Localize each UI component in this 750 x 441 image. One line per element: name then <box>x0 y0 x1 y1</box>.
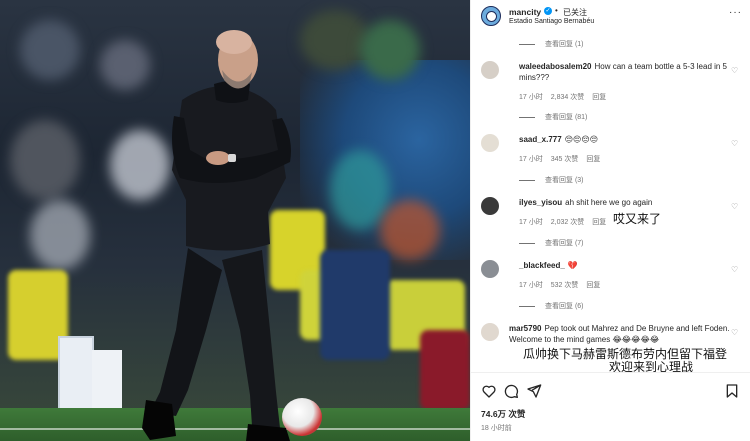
comment-time: 17 小时 <box>519 282 543 289</box>
comment-body: 💔 <box>567 261 578 270</box>
comment-meta: 17 小时 345 次赞 回复 <box>519 154 608 164</box>
more-icon[interactable]: ··· <box>729 7 742 18</box>
comment-time: 17 小时 <box>519 219 543 226</box>
comment-text: waleedabosalem20 How can a team bottle a … <box>519 62 729 83</box>
following-button[interactable]: 已关注 <box>563 7 587 18</box>
avatar[interactable] <box>481 61 499 79</box>
post-header: mancity ✓ • 已关注 Estadio Santiago Bernabé… <box>471 0 750 32</box>
post-location[interactable]: Estadio Santiago Bernabéu <box>509 18 594 25</box>
view-replies-link[interactable]: 查看回复 (1) <box>519 39 584 49</box>
avatar[interactable] <box>481 260 499 278</box>
pep-guardiola-figure <box>142 30 291 441</box>
reply-button[interactable]: 回复 <box>586 282 600 289</box>
comment-body: ah shit here we go again <box>565 198 653 207</box>
share-icon[interactable] <box>526 383 542 399</box>
divider-line <box>519 305 535 307</box>
comment-body: Pep took out Mahrez and De Bruyne and le… <box>509 324 730 344</box>
post-time[interactable]: 18 小时前 <box>481 423 512 433</box>
comment-meta: 17 小时 532 次赞 回复 <box>519 280 608 290</box>
avatar[interactable] <box>481 323 499 341</box>
divider-line <box>519 242 535 244</box>
comments-panel: mancity ✓ • 已关注 Estadio Santiago Bernabé… <box>470 0 750 441</box>
avatar[interactable] <box>481 134 499 152</box>
divider-line <box>519 116 535 118</box>
avatar[interactable] <box>481 197 499 215</box>
divider-line <box>519 43 535 45</box>
comment-text: _blackfeed_ 💔 <box>519 261 729 272</box>
divider-line <box>519 179 535 181</box>
comment-text: ilyes_yisou ah shit here we go again <box>519 198 729 209</box>
reply-button[interactable]: 回复 <box>586 156 600 163</box>
heart-icon[interactable]: ♡ <box>731 202 738 211</box>
comment-meta: 17 小时 2,834 次赞 回复 <box>519 92 614 102</box>
comment-username[interactable]: _blackfeed_ <box>519 261 565 270</box>
comment-icon[interactable] <box>503 383 519 399</box>
verified-badge-icon: ✓ <box>544 7 552 15</box>
comment-text: mar5790 Pep took out Mahrez and De Bruyne… <box>509 324 731 345</box>
reply-button[interactable]: 回复 <box>592 219 606 226</box>
view-replies-link[interactable]: 查看回复 (81) <box>519 112 587 122</box>
heart-icon[interactable]: ♡ <box>731 265 738 274</box>
mancity-avatar[interactable] <box>481 6 501 26</box>
mancity-badge-icon <box>485 10 497 22</box>
view-replies-link[interactable]: 查看回复 (7) <box>519 238 584 248</box>
comment-likes[interactable]: 532 次赞 <box>551 282 579 289</box>
comment-likes[interactable]: 345 次赞 <box>551 156 579 163</box>
comment-text: saad_x.777 😔😔😔😔 <box>519 135 729 146</box>
view-replies-label: 查看回复 (7) <box>545 240 584 247</box>
reply-button[interactable]: 回复 <box>592 94 606 101</box>
view-replies-link[interactable]: 查看回复 (6) <box>519 301 584 311</box>
translation-caption: 哎又来了 <box>613 212 662 226</box>
account-name[interactable]: mancity <box>509 7 541 17</box>
comment-likes[interactable]: 2,834 次赞 <box>551 94 584 101</box>
post-photo[interactable] <box>0 0 470 441</box>
separator-dot: • <box>555 6 558 15</box>
comment-meta: 17 小时 2,032 次赞 回复 <box>519 217 614 227</box>
comment-username[interactable]: mar5790 <box>509 324 541 333</box>
bookmark-icon[interactable] <box>724 383 740 399</box>
likes-count[interactable]: 74.6万 次赞 <box>481 408 525 420</box>
comment-time: 17 小时 <box>519 94 543 101</box>
heart-icon[interactable]: ♡ <box>731 328 738 337</box>
heart-icon[interactable] <box>481 383 497 399</box>
comment-username[interactable]: waleedabosalem20 <box>519 62 591 71</box>
post-actions: 74.6万 次赞 18 小时前 <box>471 372 750 441</box>
view-replies-label: 查看回复 (6) <box>545 303 584 310</box>
heart-icon[interactable]: ♡ <box>731 66 738 75</box>
view-replies-label: 查看回复 (3) <box>545 177 584 184</box>
comment-username[interactable]: saad_x.777 <box>519 135 562 144</box>
comment-username[interactable]: ilyes_yisou <box>519 198 562 207</box>
heart-icon[interactable]: ♡ <box>731 139 738 148</box>
view-replies-label: 查看回复 (81) <box>545 114 588 121</box>
comment-likes[interactable]: 2,032 次赞 <box>551 219 584 226</box>
comment-time: 17 小时 <box>519 156 543 163</box>
view-replies-label: 查看回复 (1) <box>545 41 584 48</box>
comment-body: 😔😔😔😔 <box>564 135 599 144</box>
view-replies-link[interactable]: 查看回复 (3) <box>519 175 584 185</box>
